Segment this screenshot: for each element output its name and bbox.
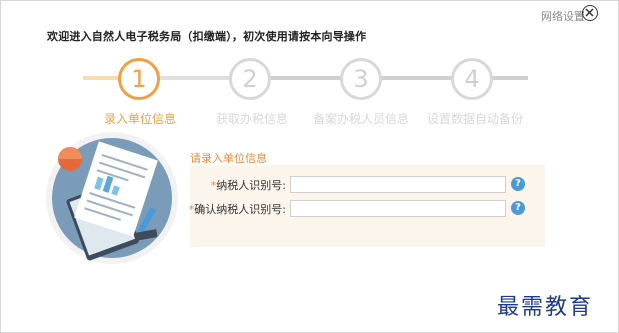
close-button[interactable] (582, 5, 598, 21)
progress-line-3-4 (381, 76, 461, 80)
taxpayer-id-label: *纳税人识别号: (210, 179, 286, 192)
step-4-circle: 4 (451, 58, 493, 100)
watermark-text: 最需教育 (497, 295, 594, 320)
document-illustration (46, 132, 178, 264)
progress-line-tail (492, 76, 528, 80)
step-4-label: 设置数据自动备份 (427, 112, 524, 126)
confirm-taxpayer-id-label: *确认纳税人识别号: (188, 203, 286, 216)
step-2-label: 获取办税信息 (216, 112, 289, 126)
confirm-taxpayer-id-input[interactable] (290, 200, 506, 217)
close-icon (585, 8, 594, 17)
step-1-circle: 1 (118, 58, 160, 100)
confirm-taxpayer-id-help-icon[interactable]: ? (511, 201, 525, 215)
step-1-label: 录入单位信息 (104, 112, 177, 126)
taxpayer-id-input[interactable] (290, 176, 506, 193)
welcome-message: 欢迎进入自然人电子税务局（扣缴端），初次使用请按本向导操作 (47, 30, 367, 43)
step-3-circle: 3 (340, 58, 382, 100)
taxpayer-id-help-icon[interactable]: ? (511, 177, 525, 191)
step-2-circle: 2 (229, 58, 271, 100)
step-3-label: 备案办税人员信息 (313, 112, 410, 126)
progress-line-2-3 (270, 76, 350, 80)
form-title: 请录入单位信息 (190, 152, 267, 165)
progress-line-1-2 (158, 76, 238, 80)
network-settings-link[interactable]: 网络设置 (541, 8, 585, 24)
